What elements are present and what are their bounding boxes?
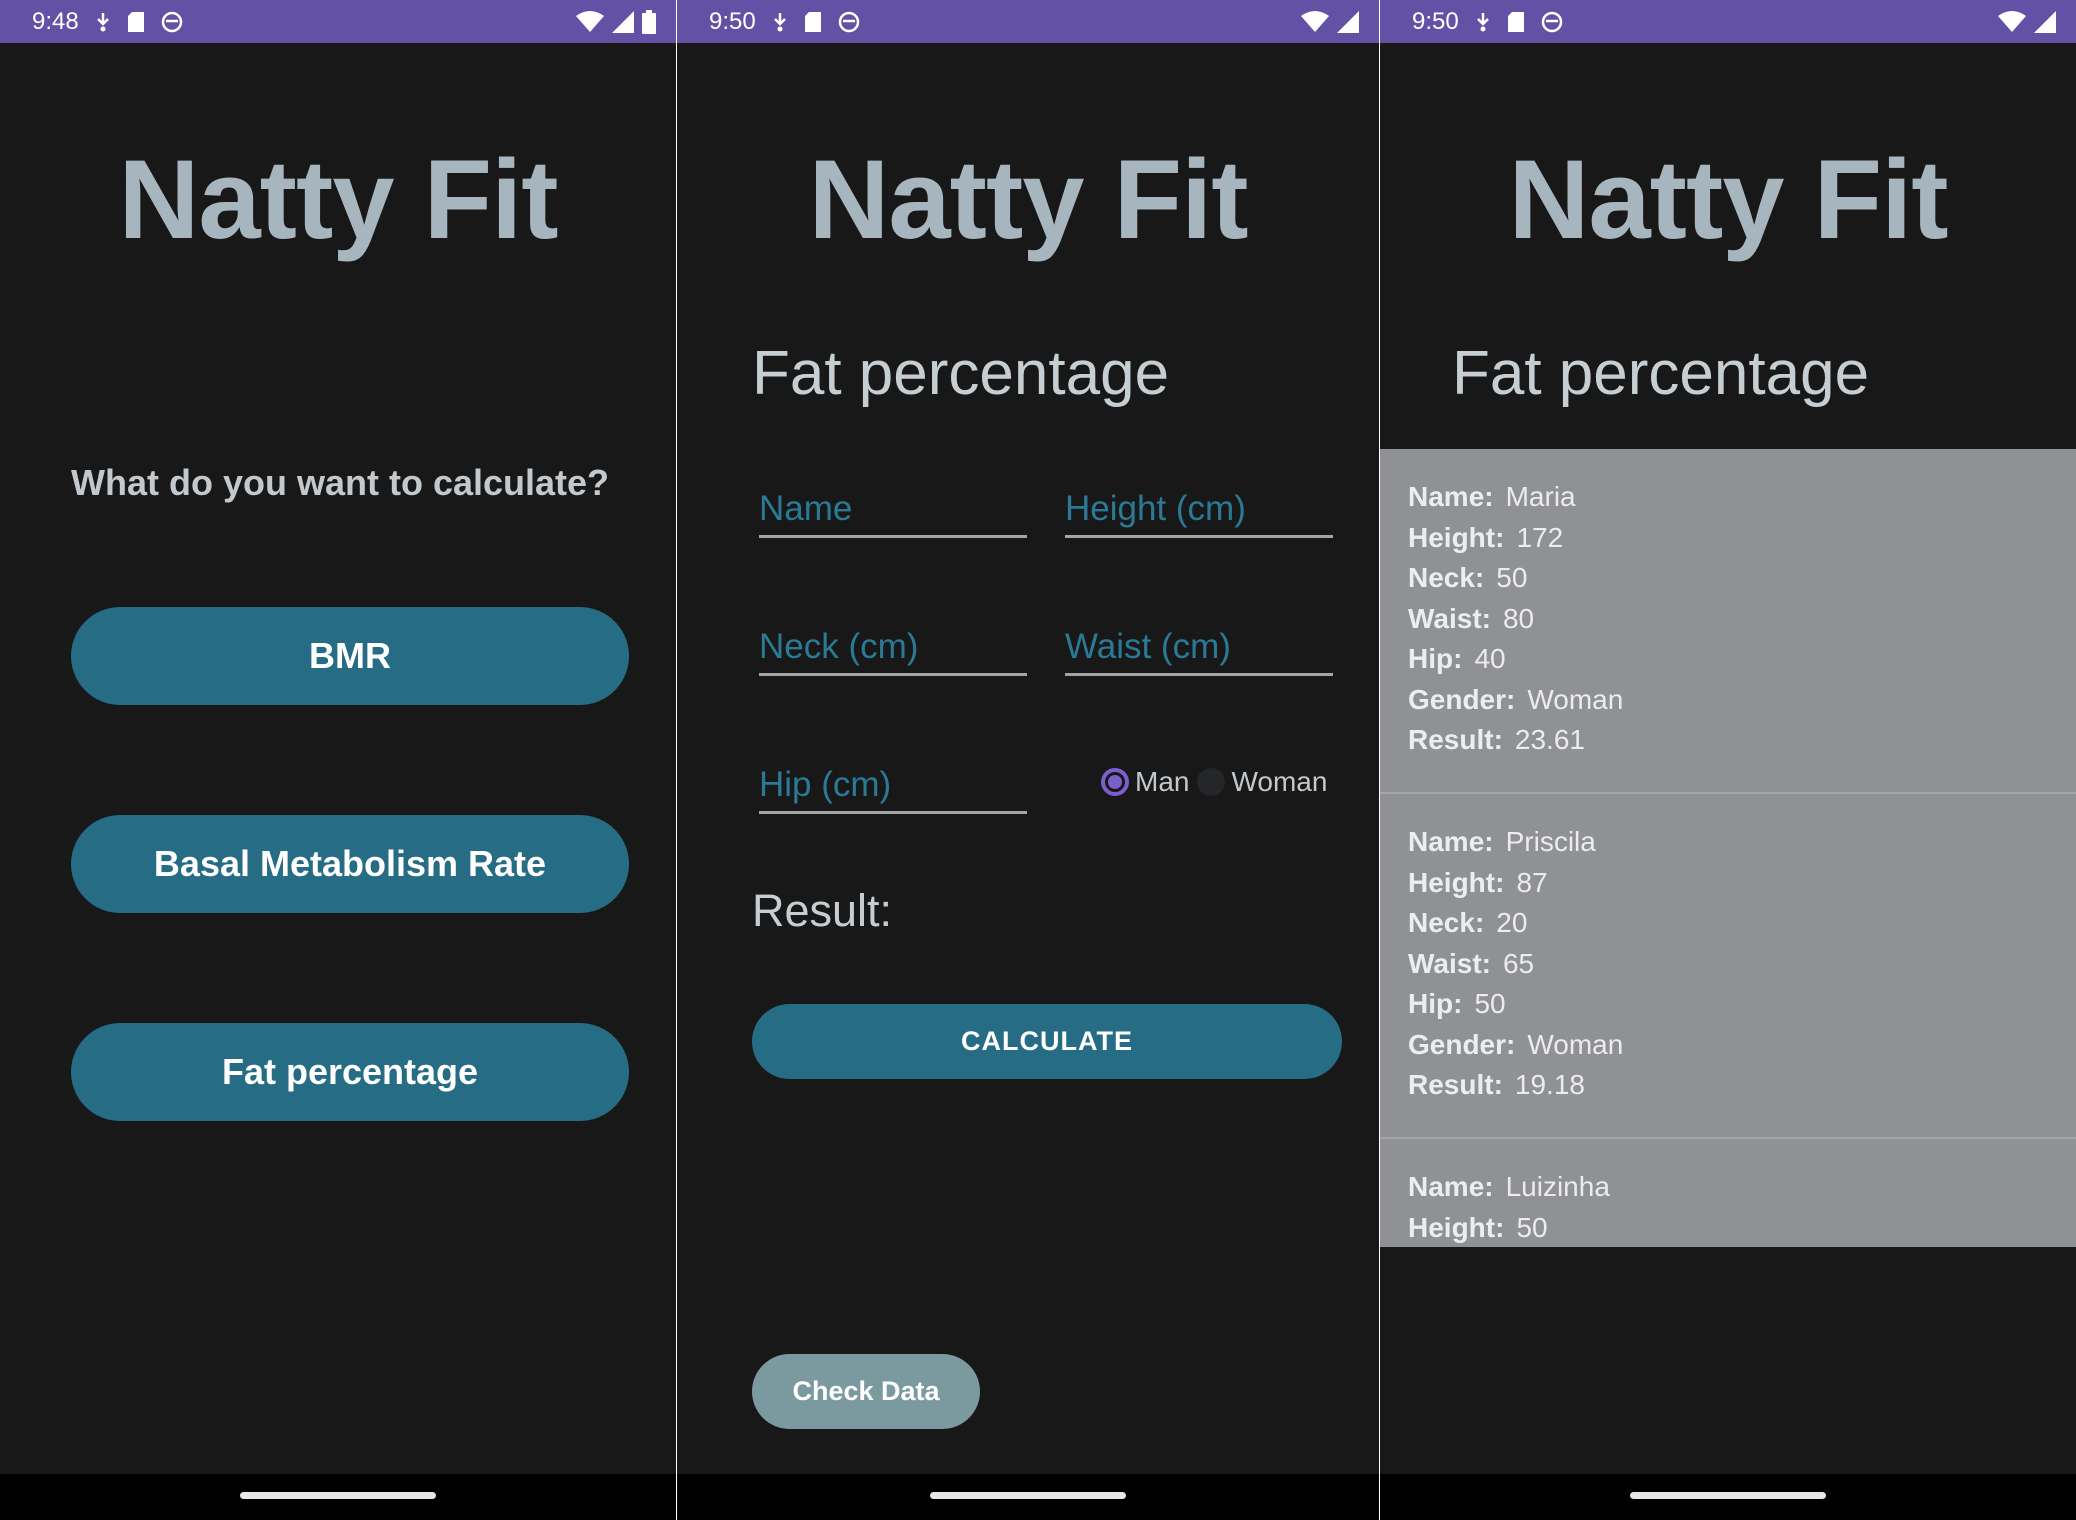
waist-input[interactable]: Waist (cm): [1065, 612, 1333, 676]
sync-face-icon: [838, 11, 860, 33]
sd-card-icon: [804, 11, 822, 33]
result-label: Result:: [752, 885, 893, 936]
calculate-button[interactable]: CALCULATE: [752, 1004, 1342, 1079]
basal-metabolism-rate-button[interactable]: Basal Metabolism Rate: [71, 815, 629, 913]
wifi-icon: [576, 10, 604, 33]
check-data-button[interactable]: Check Data: [752, 1354, 980, 1429]
navigation-bar: [0, 1474, 676, 1520]
gender-option-label: Man: [1135, 766, 1190, 797]
list-item[interactable]: Name: Luizinha Height: 50: [1380, 1139, 2076, 1247]
status-bar: 9:48: [0, 0, 676, 43]
gender-option-man[interactable]: Man: [1101, 766, 1189, 798]
wifi-icon: [1998, 10, 2026, 33]
battery-icon: [642, 9, 656, 34]
sync-face-icon: [1541, 11, 1563, 33]
list-item[interactable]: Name: Priscila Height: 87 Neck: 20 Waist: 65…: [1380, 794, 2076, 1139]
download-status-icon: [772, 11, 788, 33]
status-time: 9:50: [1412, 7, 1459, 35]
app-title: Natty Fit: [1508, 137, 1949, 262]
fat-percentage-records-screen: 9:50 Natty Fit Fat percentage Name: Maria…: [1380, 0, 2076, 1520]
height-input[interactable]: Height (cm): [1065, 474, 1333, 538]
radio-unchecked-icon: [1197, 768, 1226, 796]
download-status-icon: [1475, 11, 1491, 33]
record-field: Neck: 50: [1408, 562, 1528, 593]
home-gesture-handle[interactable]: [1630, 1492, 1826, 1499]
record-field: Waist: 65: [1408, 947, 1535, 979]
record-field: Name: Priscila: [1408, 826, 1596, 857]
record-field: Height: 172: [1408, 521, 1564, 553]
gender-option-woman[interactable]: Woman: [1197, 766, 1327, 798]
bmr-button[interactable]: BMR: [71, 607, 629, 705]
record-field: Name: Luizinha: [1408, 1171, 1610, 1202]
record-field: Gender: Woman: [1408, 683, 1624, 715]
record-field: Height: 50: [1408, 1211, 1548, 1243]
status-bar: 9:50: [677, 0, 1379, 43]
record-field: Hip: 50: [1408, 988, 1506, 1019]
record-field: Waist: 80: [1408, 602, 1535, 634]
fat-percentage-button[interactable]: Fat percentage: [71, 1023, 629, 1121]
calculation-question: What do you want to calculate?: [71, 462, 610, 503]
status-time: 9:48: [32, 7, 79, 35]
record-field: Name: Maria: [1408, 481, 1576, 512]
record-field: Gender: Woman: [1408, 1028, 1624, 1060]
fat-percentage-form-screen: 9:50 Natty Fit Fat percentage Name Heigh…: [677, 0, 1379, 1520]
cell-signal-icon: [612, 10, 634, 33]
home-gesture-handle[interactable]: [240, 1492, 436, 1499]
screen-heading: Fat percentage: [1452, 339, 1870, 408]
sd-card-icon: [1507, 11, 1525, 33]
radio-checked-icon: [1101, 768, 1129, 796]
name-input[interactable]: Name: [759, 474, 1027, 538]
app-title: Natty Fit: [118, 137, 559, 262]
record-field: Neck: 20: [1408, 907, 1528, 938]
record-field: Hip: 40: [1408, 643, 1506, 674]
record-field: Height: 87: [1408, 866, 1548, 898]
hip-input[interactable]: Hip (cm): [759, 750, 1027, 814]
gender-option-label: Woman: [1231, 766, 1328, 797]
wifi-icon: [1301, 10, 1329, 33]
sd-card-icon: [127, 11, 145, 33]
gender-radio-group: Man Woman: [1101, 766, 1335, 798]
cell-signal-icon: [2034, 10, 2056, 33]
home-gesture-handle[interactable]: [930, 1492, 1126, 1499]
app-title: Natty Fit: [808, 137, 1249, 262]
record-field: Result: 23.61: [1408, 724, 1585, 755]
status-time: 9:50: [709, 7, 756, 35]
navigation-bar: [677, 1474, 1379, 1520]
download-status-icon: [95, 11, 111, 33]
status-bar: 9:50: [1380, 0, 2076, 43]
screen-heading: Fat percentage: [752, 339, 1170, 408]
cell-signal-icon: [1337, 10, 1359, 33]
home-screen: 9:48 Natty Fit What do you want to calcu…: [0, 0, 676, 1520]
record-field: Result: 19.18: [1408, 1069, 1585, 1100]
neck-input[interactable]: Neck (cm): [759, 612, 1027, 676]
records-list[interactable]: Name: Maria Height: 172 Neck: 50 Waist: 80 H…: [1380, 449, 2076, 1247]
sync-face-icon: [161, 11, 183, 33]
navigation-bar: [1380, 1474, 2076, 1520]
list-item[interactable]: Name: Maria Height: 172 Neck: 50 Waist: 80 H…: [1380, 449, 2076, 794]
